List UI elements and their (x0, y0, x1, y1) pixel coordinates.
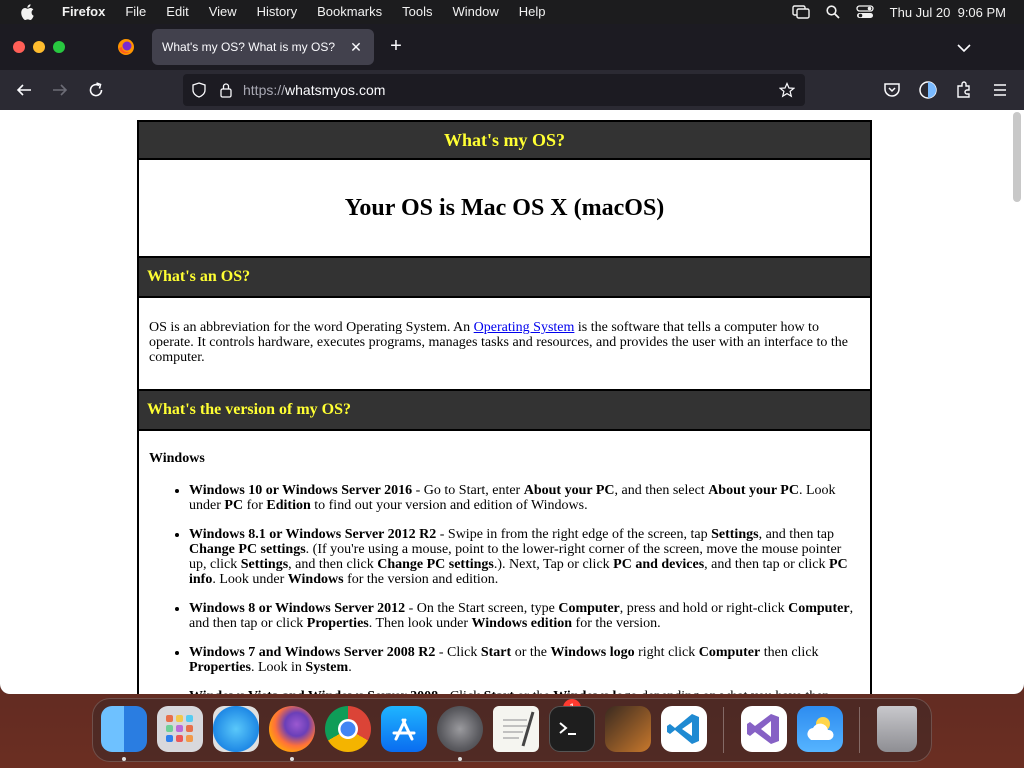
visual-studio-icon[interactable] (741, 706, 787, 752)
dock: 1 (92, 698, 932, 762)
screen-mirroring-icon[interactable] (791, 5, 810, 19)
firefox-view-icon[interactable] (117, 38, 135, 56)
page-container: What's my OS? Your OS is Mac OS X (macOS… (137, 120, 872, 694)
account-icon[interactable] (918, 80, 938, 100)
menu-window[interactable]: Window (443, 0, 509, 24)
extensions-puzzle-icon[interactable] (954, 80, 974, 100)
textedit-icon[interactable] (493, 706, 539, 752)
control-center-icon[interactable] (856, 5, 874, 19)
navigation-toolbar: https://whatsmyos.com (0, 70, 1024, 110)
window-close-button[interactable] (13, 41, 25, 53)
operating-system-link[interactable]: Operating System (474, 320, 575, 335)
section-heading-what-is-os: What's an OS? (139, 256, 870, 298)
web-content: What's my OS? Your OS is Mac OS X (macOS… (0, 110, 1024, 694)
windows-version-title: Windows 10 or Windows Server 2016 (189, 483, 413, 498)
os-result: Your OS is Mac OS X (macOS) (344, 194, 665, 221)
menu-app-firefox[interactable]: Firefox (52, 0, 115, 24)
firefox-running-indicator (290, 757, 294, 761)
windows-version-title: Windows 8.1 or Windows Server 2012 R2 (189, 527, 437, 542)
version-section: Windows Windows 10 or Windows Server 201… (139, 431, 870, 694)
menubar-clock[interactable]: Thu Jul 20 9:06 PM (890, 5, 1006, 20)
app-store-icon[interactable] (381, 706, 427, 752)
launchpad-icon[interactable] (157, 706, 203, 752)
windows-heading: Windows (149, 451, 205, 466)
os-definition: OS is an abbreviation for the word Opera… (139, 298, 870, 389)
windows-version-title: Windows 7 and Windows Server 2008 R2 (189, 645, 436, 660)
firefox-icon[interactable] (269, 706, 315, 752)
pocket-icon[interactable] (882, 80, 902, 100)
menu-history[interactable]: History (247, 0, 307, 24)
finder-running-indicator (122, 757, 126, 761)
windows-version-title: Windows Vista and Windows Server 2008 (189, 689, 438, 694)
windows-instruction-text: - Click Start or the Windows logo depend… (438, 689, 830, 694)
os-definition-text-1: OS is an abbreviation for the word Opera… (149, 320, 474, 335)
url-text[interactable]: https://whatsmyos.com (243, 82, 385, 98)
finder-icon[interactable] (101, 706, 147, 752)
reload-icon[interactable] (86, 80, 106, 100)
windows-instruction-item: Windows 7 and Windows Server 2008 R2 - C… (189, 645, 860, 675)
dock-separator (723, 707, 724, 753)
address-bar[interactable]: https://whatsmyos.com (183, 74, 805, 106)
menu-view[interactable]: View (199, 0, 247, 24)
windows-instruction-item: Windows 8 or Windows Server 2012 - On th… (189, 601, 860, 631)
windows-instructions-list: Windows 10 or Windows Server 2016 - Go t… (149, 483, 860, 694)
menu-bar: Firefox File Edit View History Bookmarks… (0, 0, 1024, 24)
settings-running-indicator (458, 757, 462, 761)
site-title: What's my OS? (139, 122, 870, 160)
firefox-window: What's my OS? What is my OS? ✕ + https:/… (0, 24, 1024, 694)
lock-icon[interactable] (219, 82, 233, 98)
tab-close-icon[interactable]: ✕ (348, 39, 364, 55)
list-all-tabs-chevron-icon[interactable] (954, 38, 974, 58)
garageband-guitar-icon[interactable] (605, 706, 651, 752)
window-minimize-button[interactable] (33, 41, 45, 53)
windows-instruction-item: Windows 10 or Windows Server 2016 - Go t… (189, 483, 860, 513)
bookmark-star-icon[interactable] (778, 82, 796, 98)
tab-active[interactable]: What's my OS? What is my OS? ✕ (152, 29, 374, 65)
hamburger-menu-icon[interactable] (990, 80, 1010, 100)
windows-version-title: Windows 8 or Windows Server 2012 (189, 601, 406, 616)
url-host: whatsmyos.com (285, 82, 386, 98)
menu-help[interactable]: Help (509, 0, 556, 24)
terminal-icon[interactable] (549, 706, 595, 752)
tracking-protection-shield-icon[interactable] (191, 82, 207, 98)
weather-cloud-icon[interactable] (797, 706, 843, 752)
windows-instruction-item: Windows Vista and Windows Server 2008 - … (189, 689, 860, 694)
tab-bar: What's my OS? What is my OS? ✕ + (0, 24, 1024, 70)
chrome-icon[interactable] (325, 706, 371, 752)
trash-icon[interactable] (877, 706, 917, 752)
back-arrow-icon[interactable] (14, 80, 34, 100)
visual-studio-code-icon[interactable] (661, 706, 707, 752)
menu-bookmarks[interactable]: Bookmarks (307, 0, 392, 24)
safari-compass-icon[interactable] (213, 706, 259, 752)
page-scrollbar[interactable] (1013, 112, 1021, 202)
apple-icon[interactable] (18, 3, 36, 21)
window-zoom-button[interactable] (53, 41, 65, 53)
menu-file[interactable]: File (115, 0, 156, 24)
new-tab-button[interactable]: + (386, 36, 406, 56)
windows-instruction-item: Windows 8.1 or Windows Server 2012 R2 - … (189, 527, 860, 587)
menu-tools[interactable]: Tools (392, 0, 442, 24)
tab-title: What's my OS? What is my OS? (162, 40, 335, 54)
dock-separator-2 (859, 707, 860, 753)
url-scheme: https:// (243, 82, 286, 98)
system-settings-gear-icon[interactable] (437, 706, 483, 752)
menu-edit[interactable]: Edit (156, 0, 198, 24)
spotlight-search-icon[interactable] (826, 5, 840, 19)
section-heading-version: What's the version of my OS? (139, 389, 870, 431)
forward-arrow-icon[interactable] (50, 80, 70, 100)
